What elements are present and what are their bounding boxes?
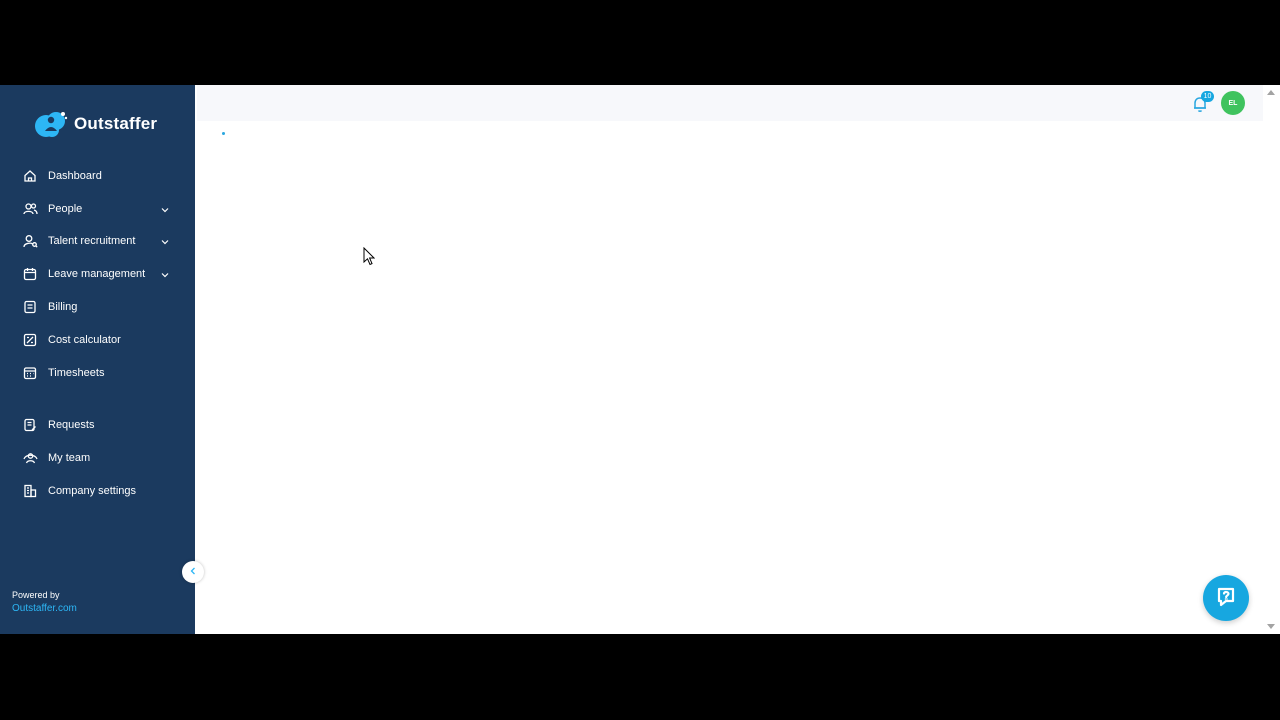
powered-by-link[interactable]: Outstaffer.com — [12, 603, 77, 614]
sidebar-item-label: Talent recruitment — [48, 235, 136, 247]
person-search-icon — [22, 233, 38, 249]
calculator-icon — [22, 332, 38, 348]
sidebar-item-label: Timesheets — [48, 367, 105, 379]
sidebar-item-my-team[interactable]: My team — [0, 443, 195, 473]
scroll-up-arrow-icon[interactable] — [1267, 90, 1275, 95]
brand-name: Outstaffer — [74, 114, 158, 133]
sidebar-item-label: Requests — [48, 419, 95, 431]
top-bar — [197, 85, 1263, 121]
app-window: Outstaffer Dashboard People Talent recru… — [0, 85, 1280, 634]
help-chat-button[interactable] — [1203, 575, 1249, 621]
sidebar-item-requests[interactable]: Requests — [0, 410, 195, 440]
chevron-down-icon[interactable] — [159, 203, 171, 215]
sidebar-item-timesheets[interactable]: Timesheets — [0, 358, 195, 388]
team-icon — [22, 450, 38, 466]
people-icon — [22, 201, 38, 217]
sidebar-item-label: Cost calculator — [48, 334, 121, 346]
sidebar-item-cost-calculator[interactable]: Cost calculator — [0, 325, 195, 355]
chat-question-icon — [1214, 584, 1238, 613]
sidebar-item-billing[interactable]: Billing — [0, 292, 195, 322]
request-doc-icon — [22, 417, 38, 433]
sidebar-item-label: Billing — [48, 301, 78, 313]
loading-indicator — [222, 132, 225, 135]
user-avatar[interactable]: EL — [1221, 91, 1245, 115]
sidebar-item-label: Dashboard — [48, 170, 102, 182]
scrollbar[interactable] — [1263, 85, 1280, 634]
building-icon — [22, 483, 38, 499]
sidebar-item-label: My team — [48, 452, 91, 464]
mouse-cursor-icon — [363, 246, 376, 266]
notification-count-badge: 10 — [1201, 91, 1214, 102]
chevron-down-icon[interactable] — [159, 268, 171, 280]
chevron-down-icon[interactable] — [159, 235, 171, 247]
chevron-left-icon — [188, 563, 198, 581]
home-icon — [22, 168, 38, 184]
receipt-icon — [22, 299, 38, 315]
sidebar-item-people[interactable]: People — [0, 194, 195, 224]
powered-by-label: Powered by — [12, 590, 60, 600]
sidebar-item-label: Company settings — [48, 485, 137, 497]
calendar-icon — [22, 266, 38, 282]
sidebar-item-dashboard[interactable]: Dashboard — [0, 161, 195, 191]
sidebar: Outstaffer Dashboard People Talent recru… — [0, 85, 195, 634]
sidebar-item-company-settings[interactable]: Company settings — [0, 476, 195, 506]
timesheet-icon — [22, 365, 38, 381]
sidebar-item-label: People — [48, 203, 83, 215]
sidebar-item-label: Leave management — [48, 268, 146, 280]
sidebar-item-leave-management[interactable]: Leave management — [0, 259, 195, 289]
sidebar-item-talent-recruitment[interactable]: Talent recruitment — [0, 226, 195, 256]
scroll-down-arrow-icon[interactable] — [1267, 624, 1275, 629]
brand-logo[interactable]: Outstaffer — [32, 109, 157, 139]
cloud-person-logo-icon — [32, 109, 70, 139]
sidebar-collapse-button[interactable] — [182, 561, 204, 583]
